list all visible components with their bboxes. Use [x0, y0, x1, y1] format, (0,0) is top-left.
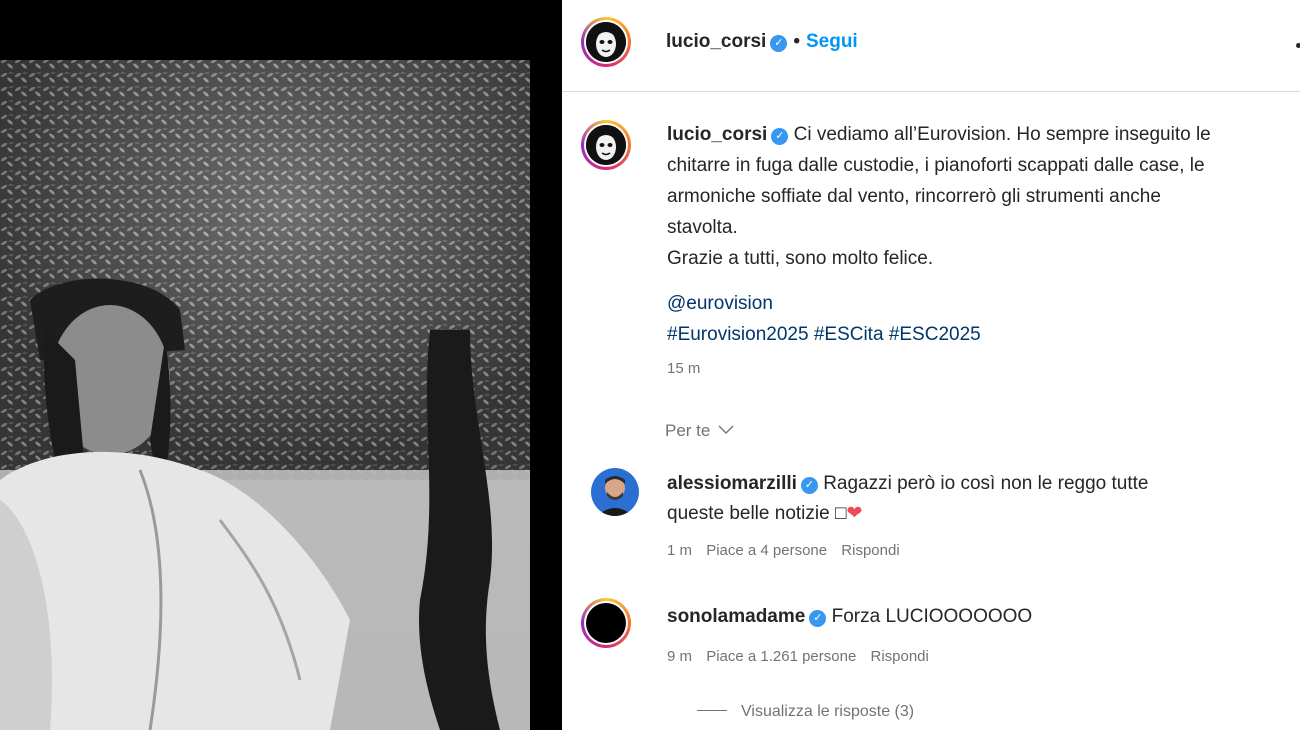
hashtag-link[interactable]: #ESCita [814, 324, 884, 345]
caption-author-avatar[interactable] [581, 120, 631, 170]
chevron-down-icon [718, 425, 734, 434]
face-icon [586, 125, 626, 165]
comment-sort-dropdown[interactable]: Per te [665, 421, 734, 441]
post-header: lucio_corsi ✓ • Segui [562, 0, 1300, 92]
author-username[interactable]: lucio_corsi [666, 31, 766, 52]
verified-icon: ✓ [800, 477, 818, 494]
caption-line-5: Grazie a tutti, sono molto felice. [667, 248, 934, 269]
comment-likes[interactable]: Piace a 4 persone [706, 542, 827, 559]
caption-username[interactable]: lucio_corsi [667, 124, 767, 145]
comment-line-2: queste belle notizie [667, 503, 830, 524]
header-author: lucio_corsi ✓ • Segui [666, 31, 858, 53]
caption-timestamp[interactable]: 15 m [667, 360, 700, 377]
verified-icon: ✓ [770, 35, 788, 52]
comment-text: alessiomarzilli ✓ Ragazzi però io così no… [667, 469, 1267, 529]
commenter-username[interactable]: alessiomarzilli [667, 473, 797, 494]
commenter-avatar[interactable] [591, 468, 639, 516]
comment-likes[interactable]: Piace a 1.261 persone [706, 648, 856, 665]
caption-line-1: Ci vediamo all’Eurovision. Ho sempre ins… [793, 124, 1211, 145]
comment-timestamp[interactable]: 9 m [667, 648, 692, 665]
follow-button[interactable]: Segui [806, 31, 858, 52]
face-icon [586, 22, 626, 62]
separator-dot: • [793, 31, 800, 52]
caption-line-4: stavolta. [667, 217, 738, 238]
author-avatar[interactable] [581, 17, 631, 67]
caption-links: @eurovision #Eurovision2025 #ESCita #ESC… [667, 288, 981, 350]
commenter-username[interactable]: sonolamadame [667, 606, 805, 627]
comment-line-1: Forza LUCIOOOOOOO [831, 606, 1033, 627]
caption-line-2: chitarre in fuga dalle custodie, i piano… [667, 155, 1205, 176]
caption-line-3: armoniche soffiate dal vento, rincorrerò… [667, 186, 1161, 207]
view-replies-label: Visualizza le risposte (3) [741, 703, 915, 720]
comment-timestamp[interactable]: 1 m [667, 542, 692, 559]
comment-text: sonolamadame ✓ Forza LUCIOOOOOOO [667, 602, 1267, 632]
view-replies-button[interactable]: Visualizza le risposte (3) [697, 703, 914, 721]
reply-button[interactable]: Rispondi [870, 648, 928, 665]
comment-line-1: Ragazzi però io così non le reggo tutte [823, 473, 1149, 494]
verified-icon: ✓ [771, 128, 789, 145]
person-avatar-icon [591, 468, 639, 516]
emoji-placeholder: □ [834, 503, 847, 524]
photo-illustration [0, 0, 562, 730]
comment-item: alessiomarzilli ✓ Ragazzi però io così no… [562, 466, 1300, 576]
comment-meta: 9 m Piace a 1.261 persone Rispondi [667, 648, 939, 665]
comment-meta: 1 m Piace a 4 persone Rispondi [667, 542, 910, 559]
comment-item: sonolamadame ✓ Forza LUCIOOOOOOO 9 m Piac… [562, 598, 1300, 730]
post-detail-panel: lucio_corsi ✓ • Segui lucio_corsi ✓ Ci vedia… [562, 0, 1300, 730]
verified-icon: ✓ [809, 610, 827, 627]
sort-label: Per te [665, 421, 711, 440]
replies-divider [697, 710, 727, 711]
reply-button[interactable]: Rispondi [841, 542, 899, 559]
heart-emoji: ❤ [846, 503, 863, 524]
hashtag-link[interactable]: #Eurovision2025 [667, 324, 809, 345]
commenter-avatar[interactable] [581, 598, 631, 648]
hashtag-link[interactable]: #ESC2025 [889, 324, 981, 345]
more-options-icon[interactable] [1296, 43, 1300, 48]
post-photo[interactable] [0, 0, 562, 730]
caption-text: lucio_corsi ✓ Ci vediamo all’Eurovision. … [667, 119, 1297, 274]
mention-link[interactable]: @eurovision [667, 293, 773, 314]
